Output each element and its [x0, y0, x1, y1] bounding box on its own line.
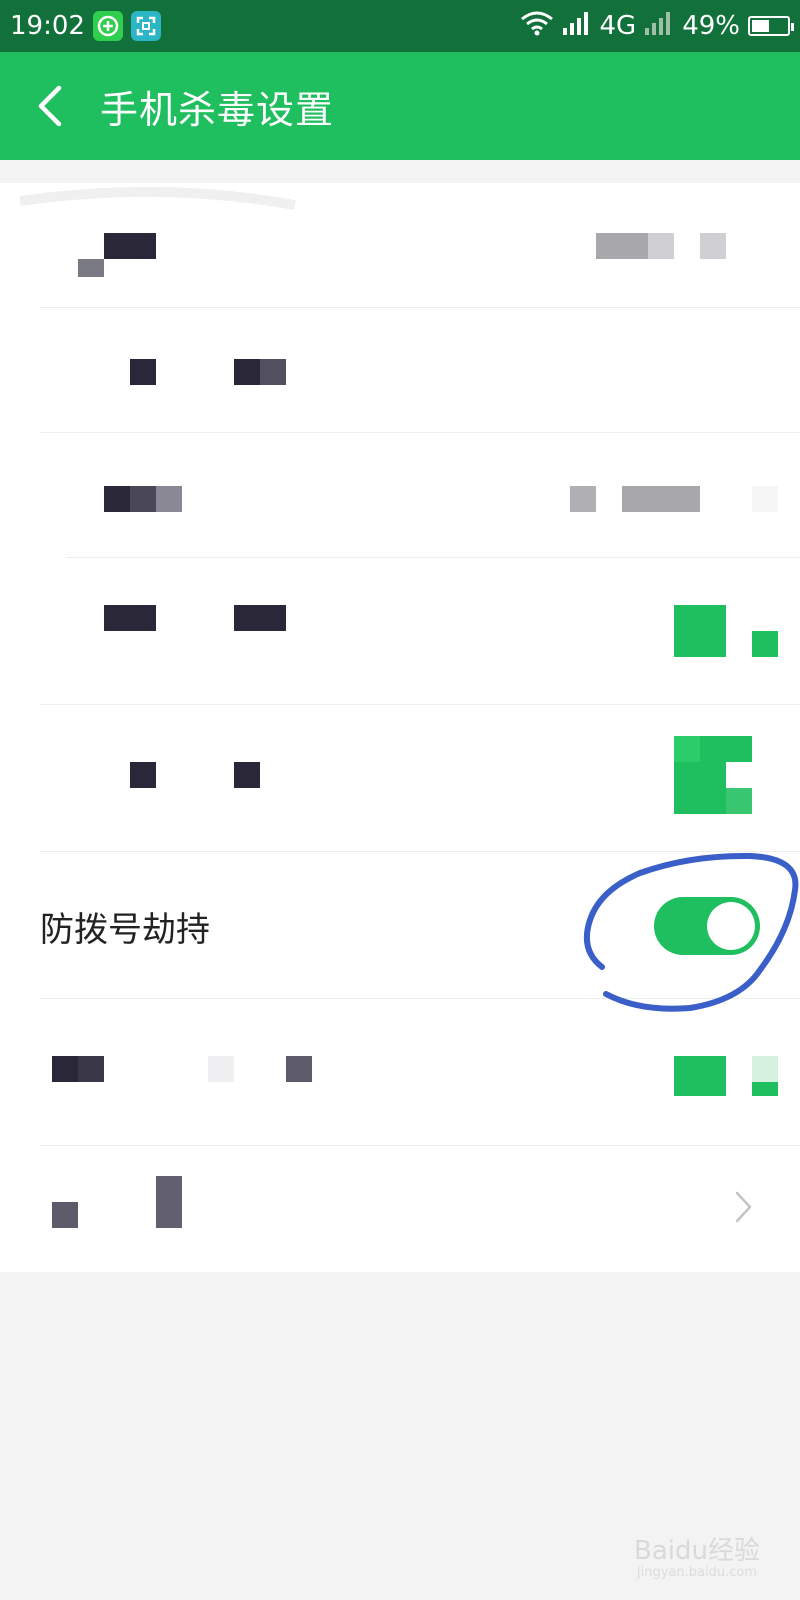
censored-label	[130, 486, 156, 512]
app-bar: 手机杀毒设置	[0, 52, 800, 160]
censored-value	[596, 233, 648, 259]
smudge-mark	[19, 186, 296, 210]
settings-row-2[interactable]	[0, 308, 800, 433]
back-arrow-icon[interactable]	[0, 52, 100, 160]
censored-toggle	[752, 1056, 778, 1082]
setting-label-dial-hijack: 防拨号劫持	[40, 910, 210, 950]
censored-label	[52, 1056, 78, 1082]
censored-toggle	[726, 788, 752, 814]
censored-label	[208, 1056, 234, 1082]
settings-row-dial-hijack[interactable]: 防拨号劫持	[0, 852, 800, 999]
censored-label	[104, 233, 156, 259]
censored-label	[78, 1056, 104, 1082]
censored-label	[130, 762, 156, 788]
network-type: 4G	[599, 11, 637, 41]
censored-toggle	[752, 1082, 778, 1096]
settings-row-8[interactable]	[0, 1146, 800, 1270]
censored-label	[286, 1056, 312, 1082]
settings-row-1[interactable]	[0, 183, 800, 308]
censored-toggle[interactable]	[674, 605, 726, 657]
censored-value	[648, 233, 674, 259]
censored-label	[234, 762, 260, 788]
chevron-right-icon	[735, 1191, 752, 1223]
battery-percent: 49%	[682, 11, 740, 41]
settings-row-3[interactable]	[0, 433, 800, 558]
censored-label	[104, 486, 130, 512]
censored-toggle	[674, 762, 726, 788]
screenshot-icon	[130, 11, 161, 41]
censored-label	[78, 259, 104, 277]
censored-label	[156, 486, 182, 512]
censored-value	[752, 486, 778, 512]
wifi-icon	[520, 10, 554, 43]
censored-label	[234, 605, 286, 631]
settings-row-7[interactable]	[0, 999, 800, 1146]
censored-value	[622, 486, 700, 512]
settings-row-5[interactable]	[0, 705, 800, 852]
signal-icon	[562, 10, 592, 43]
page-title: 手机杀毒设置	[100, 87, 335, 132]
watermark: Baidu经验 jingyan.baidu.com	[634, 1537, 760, 1580]
censored-label	[260, 359, 286, 385]
censored-label	[234, 359, 260, 385]
watermark-url: jingyan.baidu.com	[637, 1564, 757, 1580]
censored-toggle	[752, 631, 778, 657]
censored-toggle	[674, 736, 700, 762]
toggle-knob	[707, 902, 755, 950]
censored-value	[700, 233, 726, 259]
censored-label	[52, 1202, 78, 1228]
dial-hijack-toggle[interactable]	[654, 897, 760, 955]
status-time: 19:02	[10, 11, 85, 41]
censored-value	[570, 486, 596, 512]
censored-label	[130, 359, 156, 385]
censored-label	[104, 605, 156, 631]
battery-icon	[748, 16, 794, 36]
status-bar: 19:02 4G 49%	[0, 0, 800, 52]
censored-label	[156, 1176, 182, 1228]
signal-2-icon	[644, 10, 674, 43]
settings-row-4[interactable]	[0, 558, 800, 705]
app-green-icon	[92, 11, 123, 41]
watermark-brand: Baidu经验	[634, 1536, 760, 1567]
settings-list: 防拨号劫持	[0, 183, 800, 1272]
censored-toggle[interactable]	[674, 1056, 726, 1096]
